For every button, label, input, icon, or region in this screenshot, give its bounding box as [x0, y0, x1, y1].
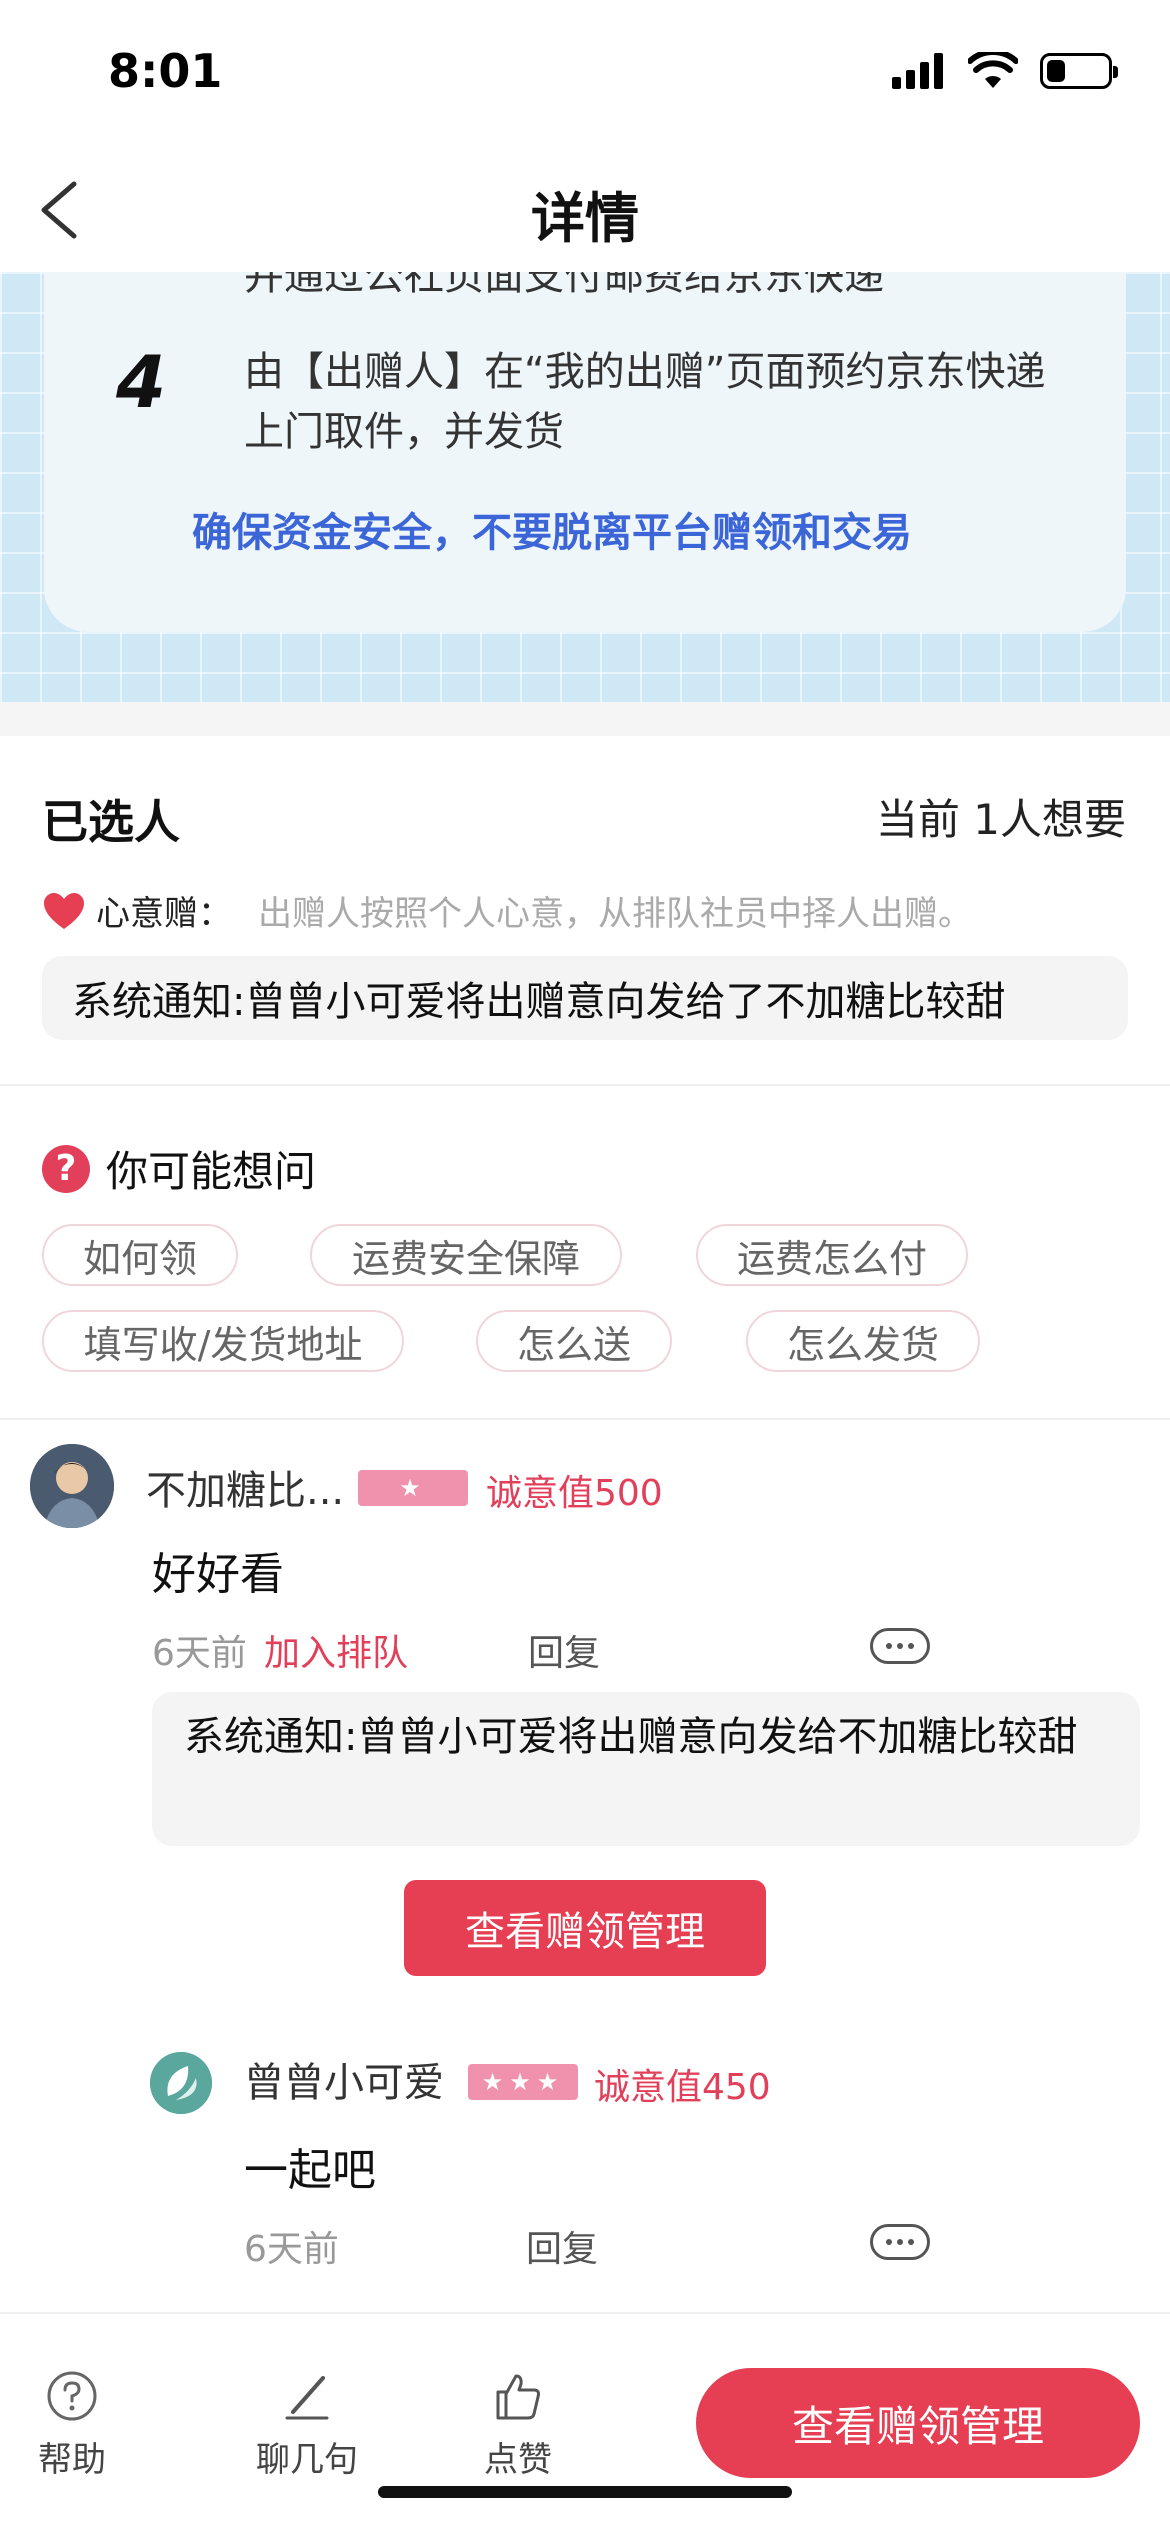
pen-icon [285, 2376, 329, 2420]
comment-time: 6天前 [152, 1633, 247, 1674]
help-tab[interactable]: 帮助 [38, 2368, 106, 2481]
guide-panel: 3 并通过公社页面支付邮费给京东快递 4 由【出赠人】在“我的出赠”页面预约京东… [0, 272, 1170, 702]
faq-chip-shipping-security[interactable]: 运费安全保障 [310, 1224, 622, 1286]
sincerity-value: 诚意值450 [594, 2067, 771, 2108]
comment-time: 6天前 [244, 2229, 339, 2270]
help-label: 帮助 [38, 2440, 106, 2480]
heart-gift-description: 出赠人按照个人心意，从排队社员中择人出赠。 [258, 894, 972, 934]
faq-chip-how-to-pay-shipping[interactable]: 运费怎么付 [696, 1224, 968, 1286]
reply-button[interactable]: 回复 [526, 2220, 598, 2272]
heart-gift-row: 心意赠： 出赠人按照个人心意，从排队社员中择人出赠。 [42, 886, 972, 935]
wifi-icon [968, 52, 1018, 88]
view-gift-management-button[interactable]: 查看赠领管理 [404, 1880, 766, 1976]
bottom-view-gift-management-button[interactable]: 查看赠领管理 [696, 2368, 1140, 2478]
faq-chip-how-to-ship[interactable]: 怎么发货 [746, 1310, 980, 1372]
battery-level [1047, 60, 1065, 82]
level-badge: ★★★ [468, 2064, 578, 2100]
avatar-image [30, 1444, 114, 1528]
chat-label: 聊几句 [256, 2440, 358, 2480]
like-tab[interactable]: 点赞 [484, 2368, 552, 2481]
faq-section: ? 你可能想问 如何领 运费安全保障 运费怎么付 填写收/发货地址 怎么送 怎么… [0, 1086, 1170, 1420]
join-queue-link[interactable]: 加入排队 [264, 1624, 408, 1676]
heart-icon [44, 892, 84, 929]
step-number-3: 3 [116, 272, 186, 306]
more-dots-icon[interactable] [870, 1628, 930, 1664]
thumbs-up-icon [496, 2374, 540, 2420]
comment-list: 不加糖比... ★ 诚意值500 好好看 6天前 加入排队 回复 系统通知:曾曾… [0, 1422, 1170, 2312]
guide-step-3: 3 并通过公社页面支付邮费给京东快递 [116, 272, 884, 306]
step-text-4-line2: 上门取件，并发货 [244, 409, 564, 455]
comment-system-notice: 系统通知:曾曾小可爱将出赠意向发给不加糖比较甜 [152, 1692, 1140, 1846]
comment-author[interactable]: 曾曾小可爱 [244, 2050, 444, 2108]
chat-tab[interactable]: 聊几句 [256, 2368, 358, 2481]
status-bar: 8:01 [0, 0, 1170, 150]
faq-chip-address[interactable]: 填写收/发货地址 [42, 1310, 404, 1372]
step-text-4: 由【出赠人】在“我的出赠”页面预约京东快递 上门取件，并发货 [244, 342, 1045, 462]
faq-chip-how-to-give[interactable]: 怎么送 [476, 1310, 672, 1372]
signal-icon [892, 53, 943, 89]
comment-author[interactable]: 不加糖比... [146, 1458, 344, 1516]
page-title: 详情 [531, 187, 639, 250]
selected-section: 已选人 当前 1人想要 心意赠： 出赠人按照个人心意，从排队社员中择人出赠。 系… [0, 736, 1170, 1084]
help-icon [47, 2371, 97, 2421]
faq-chip-how-to-claim[interactable]: 如何领 [42, 1224, 238, 1286]
comment-text: 好好看 [152, 1549, 284, 1600]
avatar[interactable] [150, 2052, 212, 2114]
safety-warning: 确保资金安全，不要脱离平台赠领和交易 [192, 510, 912, 556]
separator [0, 1418, 1170, 1420]
system-notice: 系统通知:曾曾小可爱将出赠意向发给了不加糖比较甜 [42, 956, 1128, 1040]
section-divider [0, 702, 1170, 736]
sincerity-value: 诚意值500 [486, 1473, 663, 1514]
comment-text: 一起吧 [244, 2145, 376, 2196]
step-text-4-line1: 由【出赠人】在“我的出赠”页面预约京东快递 [244, 349, 1046, 395]
want-count: 当前 1人想要 [875, 795, 1126, 844]
step-text-3: 并通过公社页面支付邮费给京东快递 [244, 272, 884, 299]
battery-icon [1040, 53, 1118, 89]
reply-button[interactable]: 回复 [528, 1624, 600, 1676]
question-icon: ? [42, 1144, 90, 1193]
selected-title: 已选人 [42, 795, 180, 849]
status-icons [892, 52, 1118, 90]
guide-step-4: 4 由【出赠人】在“我的出赠”页面预约京东快递 上门取件，并发货 [116, 342, 1045, 462]
faq-header: ? 你可能想问 [42, 1138, 316, 1199]
more-dots-icon[interactable] [870, 2224, 930, 2260]
heart-gift-label: 心意赠： [96, 894, 232, 934]
step-number-4: 4 [116, 340, 167, 424]
avatar-image [150, 2052, 212, 2114]
nav-bar: 详情 [0, 150, 1170, 270]
status-time: 8:01 [108, 44, 223, 98]
home-indicator[interactable] [378, 2486, 792, 2498]
like-label: 点赞 [484, 2440, 552, 2480]
avatar[interactable] [30, 1444, 114, 1528]
level-badge: ★ [358, 1470, 468, 1506]
guide-card: 3 并通过公社页面支付邮费给京东快递 4 由【出赠人】在“我的出赠”页面预约京东… [44, 272, 1126, 632]
bottom-toolbar: 帮助 聊几句 点赞 查看赠领管理 [0, 2312, 1170, 2532]
faq-title: 你可能想问 [106, 1147, 317, 1196]
